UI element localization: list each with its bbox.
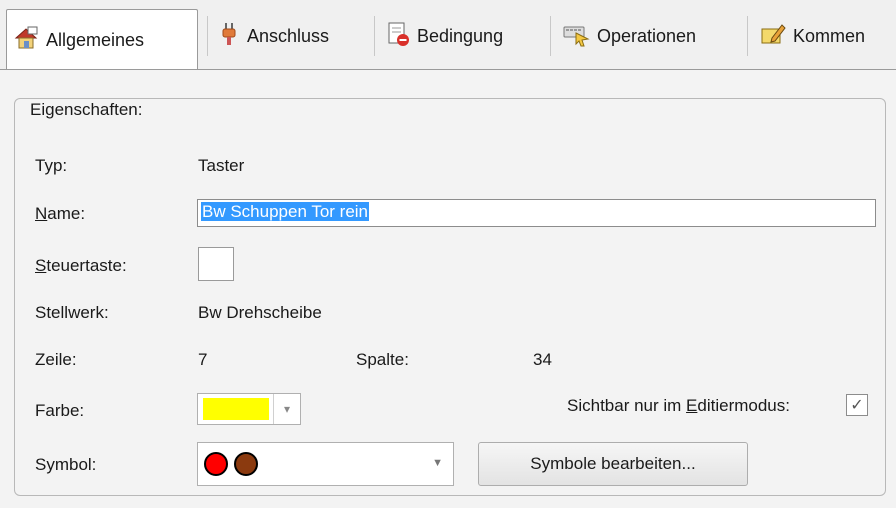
tab-label: Operationen (597, 25, 697, 46)
stellwerk-value: Bw Drehscheibe (198, 303, 322, 322)
sichtbar-checkbox[interactable]: ✓ (846, 394, 868, 416)
tab-operationen[interactable]: Operationen (556, 10, 702, 62)
name-input-text: Bw Schuppen Tor rein (201, 202, 370, 221)
tab-label: Anschluss (247, 25, 330, 46)
tab-label: Bedingung (417, 25, 504, 46)
typ-label: Typ: (35, 156, 68, 175)
symbol-red-dot-icon (204, 452, 228, 476)
spalte-label: Spalte: (356, 350, 409, 369)
spalte-value: 34 (533, 350, 552, 369)
tab-label: Allgemeines (46, 29, 145, 50)
zeile-value: 7 (198, 350, 208, 369)
document-condition-icon (386, 21, 410, 52)
name-input[interactable]: Bw Schuppen Tor rein (197, 199, 876, 227)
symbol-select[interactable]: ▼ (197, 442, 454, 486)
chevron-down-icon[interactable]: ▼ (432, 457, 443, 469)
sichtbar-label: Sichtbar nur im Editiermodus: (567, 396, 790, 415)
symbol-label: Symbol: (35, 455, 97, 474)
tab-kommentar[interactable]: Kommen (754, 10, 871, 62)
name-label: Name: (35, 204, 86, 223)
tab-anschluss[interactable]: Anschluss (212, 10, 335, 62)
steuertaste-label: Steuertaste: (35, 256, 127, 275)
symbole-bearbeiten-button[interactable]: Symbole bearbeiten... (478, 442, 748, 486)
steuertaste-input[interactable] (198, 247, 234, 281)
plug-icon (218, 21, 240, 52)
color-picker[interactable]: ▾ (197, 393, 301, 425)
farbe-label: Farbe: (35, 401, 85, 420)
tab-bar: Allgemeines Anschluss Bedingung Operatio… (0, 0, 896, 70)
group-title: Eigenschaften: (26, 100, 147, 120)
stellwerk-label: Stellwerk: (35, 303, 109, 322)
symbol-brown-dot-icon (234, 452, 258, 476)
color-swatch (203, 398, 269, 420)
typ-value: Taster (198, 156, 245, 175)
keyboard-pointer-icon (562, 21, 590, 52)
tab-label: Kommen (793, 25, 866, 46)
properties-group (14, 98, 886, 496)
tab-allgemeines[interactable]: Allgemeines (6, 9, 198, 70)
zeile-label: Zeile: (35, 350, 77, 369)
house-properties-icon (13, 25, 39, 56)
tab-bedingung[interactable]: Bedingung (380, 10, 509, 62)
chevron-down-icon[interactable]: ▾ (273, 394, 300, 424)
note-pencil-icon (760, 21, 786, 52)
